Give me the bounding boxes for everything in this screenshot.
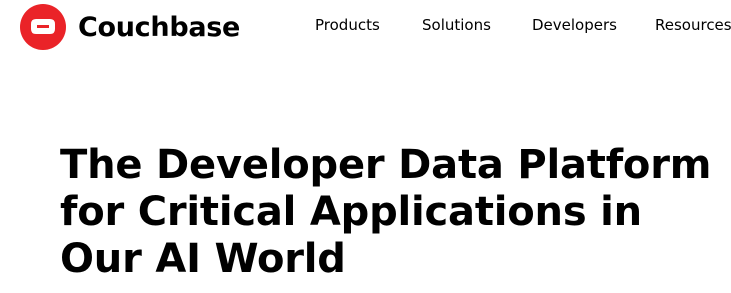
page: Couchbase Products Solutions Developers … — [0, 0, 731, 293]
nav-item-products[interactable]: Products — [315, 15, 380, 35]
nav-item-resources[interactable]: Resources — [655, 15, 731, 35]
hero-title-line: The Developer Data Platform — [60, 142, 712, 188]
site-header: Couchbase Products Solutions Developers … — [0, 0, 731, 50]
hero-title-line: for Critical Applications in — [60, 189, 642, 235]
main-nav: Products Solutions Developers Resources — [0, 15, 731, 35]
nav-item-developers[interactable]: Developers — [532, 15, 617, 35]
hero-title: The Developer Data Platform for Critical… — [60, 142, 720, 283]
hero-title-line: Our AI World — [60, 236, 346, 282]
nav-item-solutions[interactable]: Solutions — [422, 15, 491, 35]
